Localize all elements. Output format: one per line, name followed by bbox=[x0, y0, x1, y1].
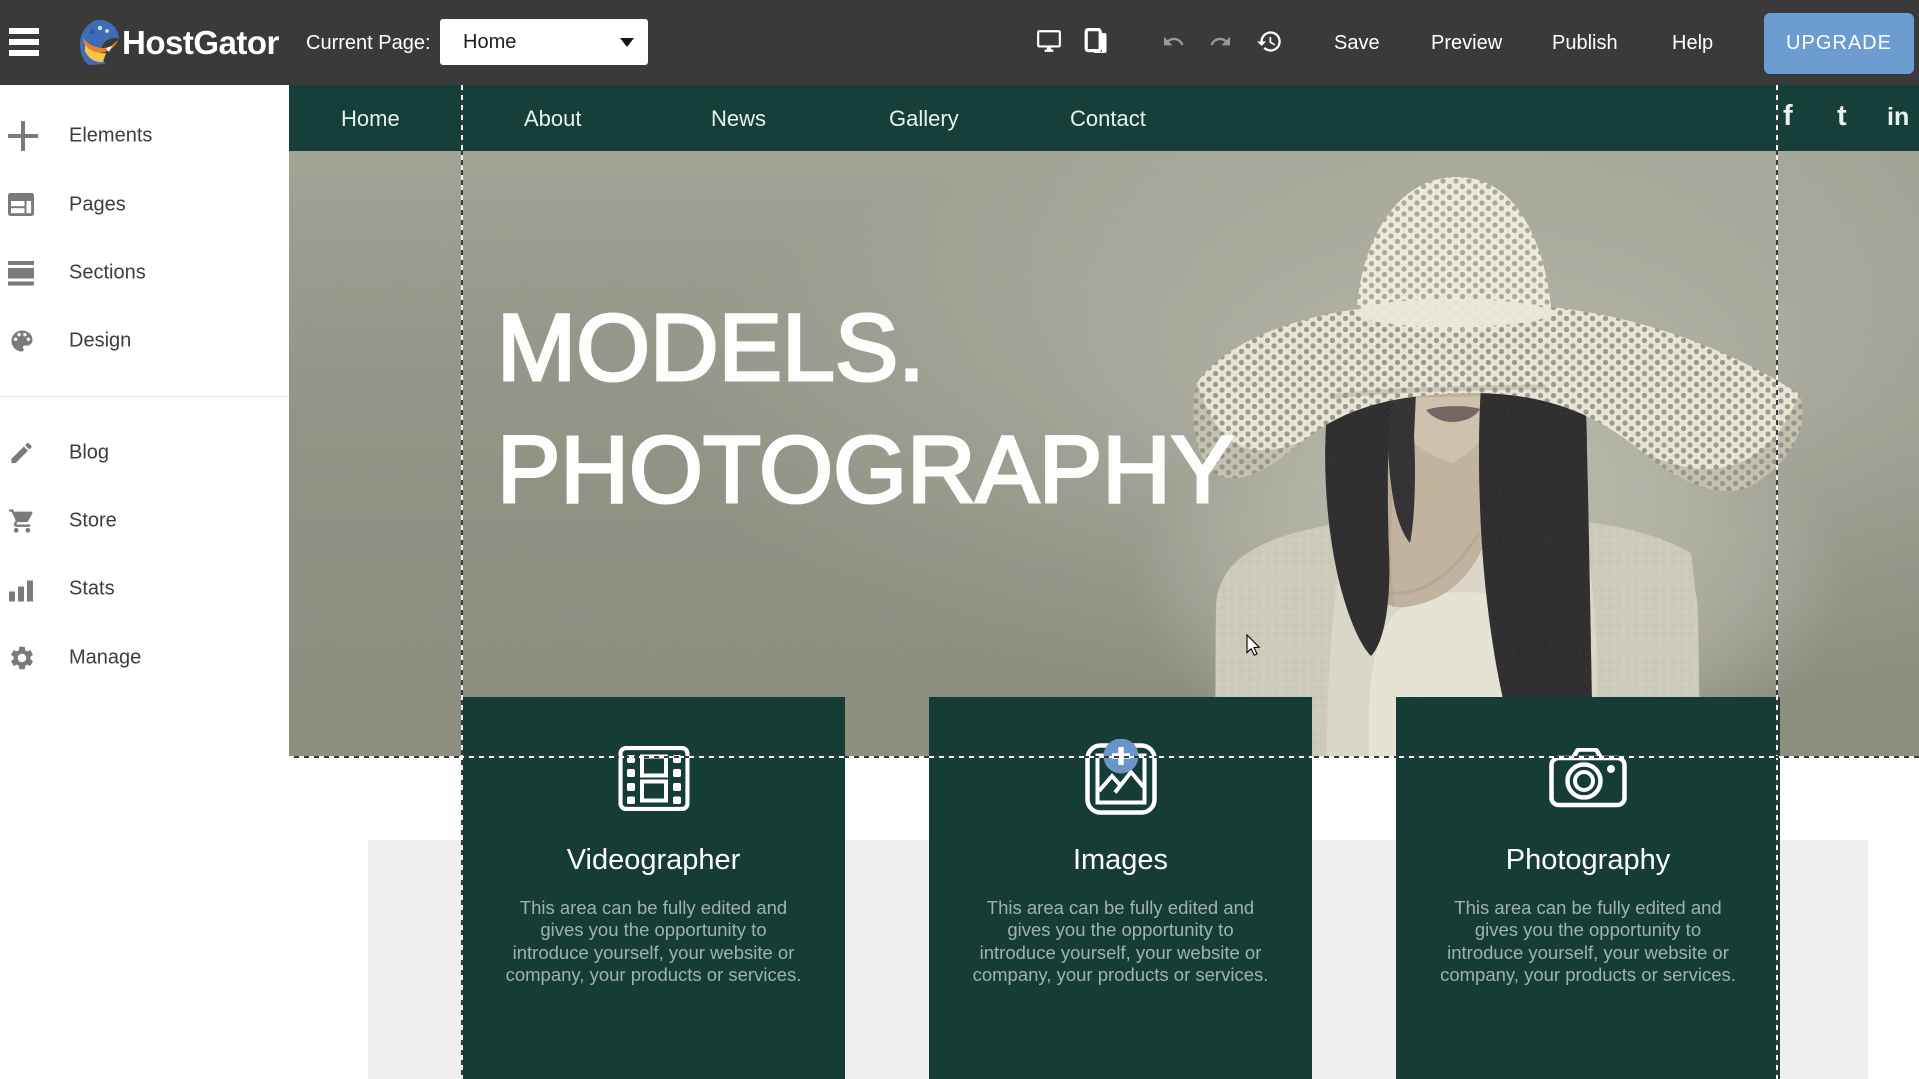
svg-text:MODELS.: MODELS. bbox=[497, 295, 925, 401]
svg-text:PHOTOGRAPHY: PHOTOGRAPHY bbox=[497, 417, 1234, 523]
